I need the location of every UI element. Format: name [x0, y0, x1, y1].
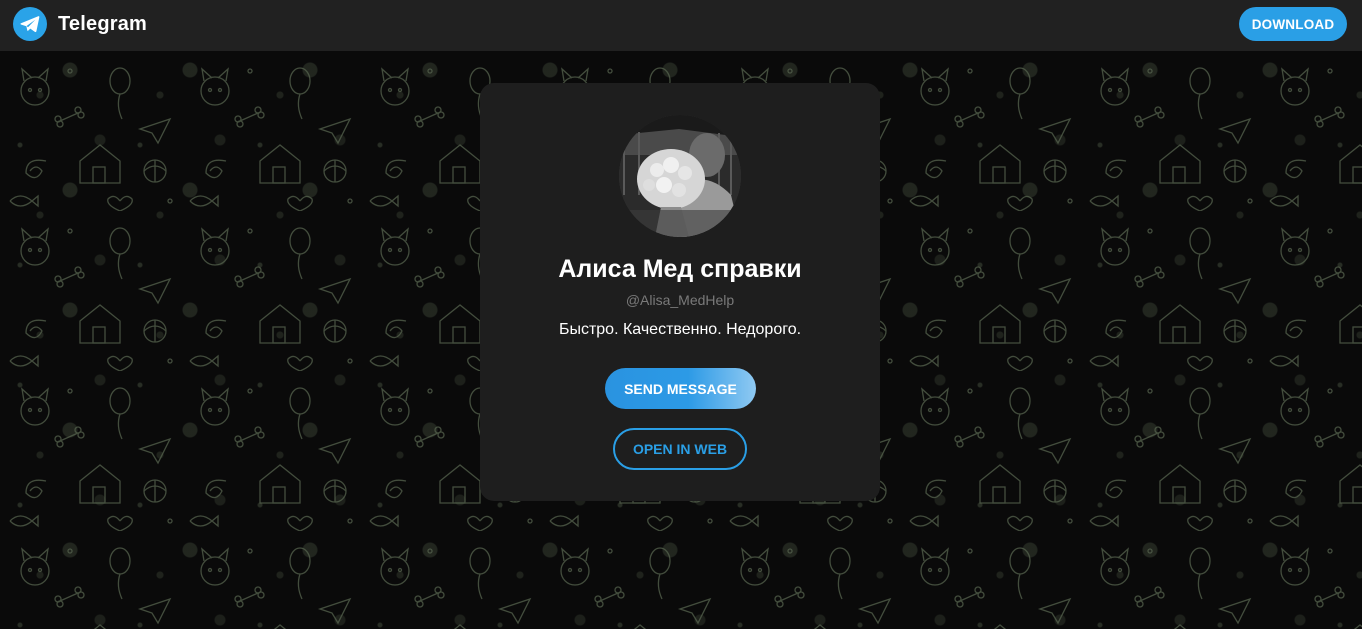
brand-link[interactable]: Telegram — [13, 7, 147, 41]
profile-card: Алиса Мед справки @Alisa_MedHelp Быстро.… — [480, 83, 880, 501]
avatar — [619, 115, 741, 237]
telegram-logo-icon — [13, 7, 47, 41]
top-bar: Telegram DOWNLOAD — [0, 0, 1362, 51]
send-message-button[interactable]: SEND MESSAGE — [605, 368, 756, 409]
download-button[interactable]: DOWNLOAD — [1239, 7, 1347, 41]
profile-name: Алиса Мед справки — [558, 255, 802, 283]
profile-username: @Alisa_MedHelp — [625, 292, 735, 308]
open-in-web-button[interactable]: OPEN IN WEB — [613, 428, 747, 470]
brand-name: Telegram — [58, 12, 148, 35]
profile-bio: Быстро. Качественно. Недорого. — [558, 321, 802, 338]
profile-photo-icon — [619, 115, 741, 237]
